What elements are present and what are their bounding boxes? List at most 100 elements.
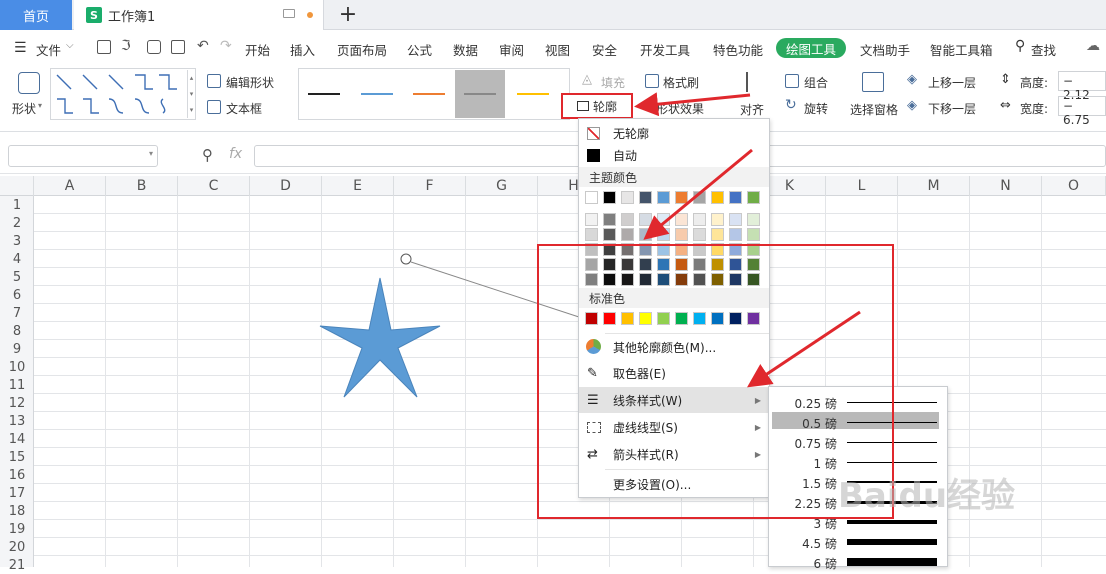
- star-shape-fill[interactable]: [319, 277, 441, 398]
- menu-data[interactable]: 数据: [453, 40, 478, 59]
- row-header-cell[interactable]: 14: [0, 430, 34, 448]
- theme-color-swatch[interactable]: [729, 191, 742, 204]
- theme-shade-swatch[interactable]: [729, 213, 742, 226]
- theme-shade-swatch[interactable]: [639, 213, 652, 226]
- menu-doc-assistant[interactable]: 文档助手: [860, 40, 910, 59]
- row-header-cell[interactable]: 11: [0, 376, 34, 394]
- column-header-cell[interactable]: B: [106, 176, 178, 196]
- theme-color-swatch[interactable]: [693, 191, 706, 204]
- no-outline-item[interactable]: 无轮廓: [579, 121, 769, 145]
- tab-home[interactable]: 首页: [0, 0, 72, 30]
- column-header-cell[interactable]: N: [970, 176, 1042, 196]
- text-box-button[interactable]: 文本框: [226, 100, 262, 117]
- edit-shape-button[interactable]: 编辑形状: [226, 74, 274, 91]
- menu-security[interactable]: 安全: [592, 40, 617, 59]
- format-painter-button[interactable]: 格式刷: [663, 74, 699, 91]
- style-line-orange[interactable]: [413, 93, 445, 95]
- row-header-cell[interactable]: 20: [0, 538, 34, 556]
- theme-shade-swatch[interactable]: [675, 213, 688, 226]
- column-header-cell[interactable]: M: [898, 176, 970, 196]
- fx-label[interactable]: fx: [229, 146, 242, 162]
- preview-icon[interactable]: [171, 40, 185, 54]
- row-header-cell[interactable]: 21: [0, 556, 34, 574]
- width-input[interactable]: − 6.75: [1058, 96, 1106, 127]
- row-header-cell[interactable]: 3: [0, 232, 34, 250]
- menu-view[interactable]: 视图: [545, 40, 570, 59]
- outline-button[interactable]: 轮廓: [561, 93, 633, 119]
- shape-gallery[interactable]: [50, 68, 196, 120]
- row-header-cell[interactable]: 17: [0, 484, 34, 502]
- theme-color-swatch[interactable]: [603, 191, 616, 204]
- theme-shade-swatch[interactable]: [585, 213, 598, 226]
- menu-search[interactable]: 查找: [1031, 40, 1056, 59]
- row-header-cell[interactable]: 5: [0, 268, 34, 286]
- theme-color-swatch[interactable]: [639, 191, 652, 204]
- send-backward-button[interactable]: 下移一层: [928, 100, 976, 117]
- select-all-corner[interactable]: [0, 176, 34, 196]
- menu-file[interactable]: 文件: [36, 40, 61, 59]
- theme-color-swatch[interactable]: [675, 191, 688, 204]
- theme-shade-swatch[interactable]: [621, 213, 634, 226]
- row-header-cell[interactable]: 8: [0, 322, 34, 340]
- menu-review[interactable]: 审阅: [499, 40, 524, 59]
- shape-icon[interactable]: [18, 72, 40, 94]
- column-header-cell[interactable]: O: [1042, 176, 1106, 196]
- new-tab-button[interactable]: +: [336, 2, 360, 28]
- align-button[interactable]: 对齐: [740, 101, 764, 118]
- theme-shade-swatch[interactable]: [603, 228, 616, 241]
- select-pane-button[interactable]: 选择窗格: [850, 101, 898, 118]
- theme-shade-swatch[interactable]: [711, 213, 724, 226]
- menu-smart-toolbox[interactable]: 智能工具箱: [930, 40, 993, 59]
- row-header-cell[interactable]: 15: [0, 448, 34, 466]
- theme-color-swatch[interactable]: [657, 191, 670, 204]
- theme-shade-swatch[interactable]: [657, 228, 670, 241]
- theme-color-swatch[interactable]: [621, 191, 634, 204]
- theme-shade-swatch[interactable]: [693, 213, 706, 226]
- menu-developer[interactable]: 开发工具: [640, 40, 690, 59]
- column-header-cell[interactable]: A: [34, 176, 106, 196]
- cloud-icon[interactable]: ☁: [1086, 38, 1100, 54]
- column-header-cell[interactable]: D: [250, 176, 322, 196]
- theme-shade-swatch[interactable]: [675, 228, 688, 241]
- row-header-cell[interactable]: 16: [0, 466, 34, 484]
- hamburger-icon[interactable]: ☰: [14, 40, 27, 56]
- save-icon[interactable]: [97, 40, 111, 54]
- theme-shade-swatch[interactable]: [603, 213, 616, 226]
- undo-icon[interactable]: ↶: [197, 38, 209, 54]
- theme-shade-swatch[interactable]: [693, 228, 706, 241]
- row-header-cell[interactable]: 10: [0, 358, 34, 376]
- menu-drawing-tools[interactable]: 绘图工具: [776, 38, 846, 58]
- row-header-cell[interactable]: 18: [0, 502, 34, 520]
- shape-effect-button[interactable]: 形状效果: [656, 100, 704, 117]
- row-header-cell[interactable]: 9: [0, 340, 34, 358]
- fill-button[interactable]: 填充: [601, 74, 625, 91]
- column-header-cell[interactable]: L: [826, 176, 898, 196]
- tab-workbook[interactable]: S 工作簿1: [74, 0, 324, 30]
- auto-color-item[interactable]: 自动: [579, 143, 769, 167]
- column-header-cell[interactable]: G: [466, 176, 538, 196]
- row-header-cell[interactable]: 2: [0, 214, 34, 232]
- column-header-cell[interactable]: E: [322, 176, 394, 196]
- row-header-cell[interactable]: 1: [0, 196, 34, 214]
- menu-page-layout[interactable]: 页面布局: [337, 40, 387, 59]
- height-input[interactable]: − 2.12: [1058, 71, 1106, 102]
- row-header-cell[interactable]: 12: [0, 394, 34, 412]
- name-box[interactable]: ▾: [8, 145, 158, 167]
- row-header-cell[interactable]: 7: [0, 304, 34, 322]
- theme-shade-swatch[interactable]: [657, 213, 670, 226]
- row-header-cell[interactable]: 13: [0, 412, 34, 430]
- menu-features[interactable]: 特色功能: [713, 40, 763, 59]
- menu-formula[interactable]: 公式: [407, 40, 432, 59]
- row-header-cell[interactable]: 4: [0, 250, 34, 268]
- format-icon[interactable]: ℑ: [121, 38, 131, 54]
- column-header-cell[interactable]: F: [394, 176, 466, 196]
- theme-shade-swatch[interactable]: [585, 228, 598, 241]
- theme-color-swatch[interactable]: [747, 191, 760, 204]
- theme-color-swatch[interactable]: [585, 191, 598, 204]
- theme-shade-swatch[interactable]: [639, 228, 652, 241]
- style-line-yellow[interactable]: [517, 93, 549, 95]
- print-icon[interactable]: [147, 40, 161, 54]
- row-header-cell[interactable]: 6: [0, 286, 34, 304]
- zoom-icon[interactable]: ⚲: [202, 146, 213, 164]
- group-button[interactable]: 组合: [804, 74, 828, 91]
